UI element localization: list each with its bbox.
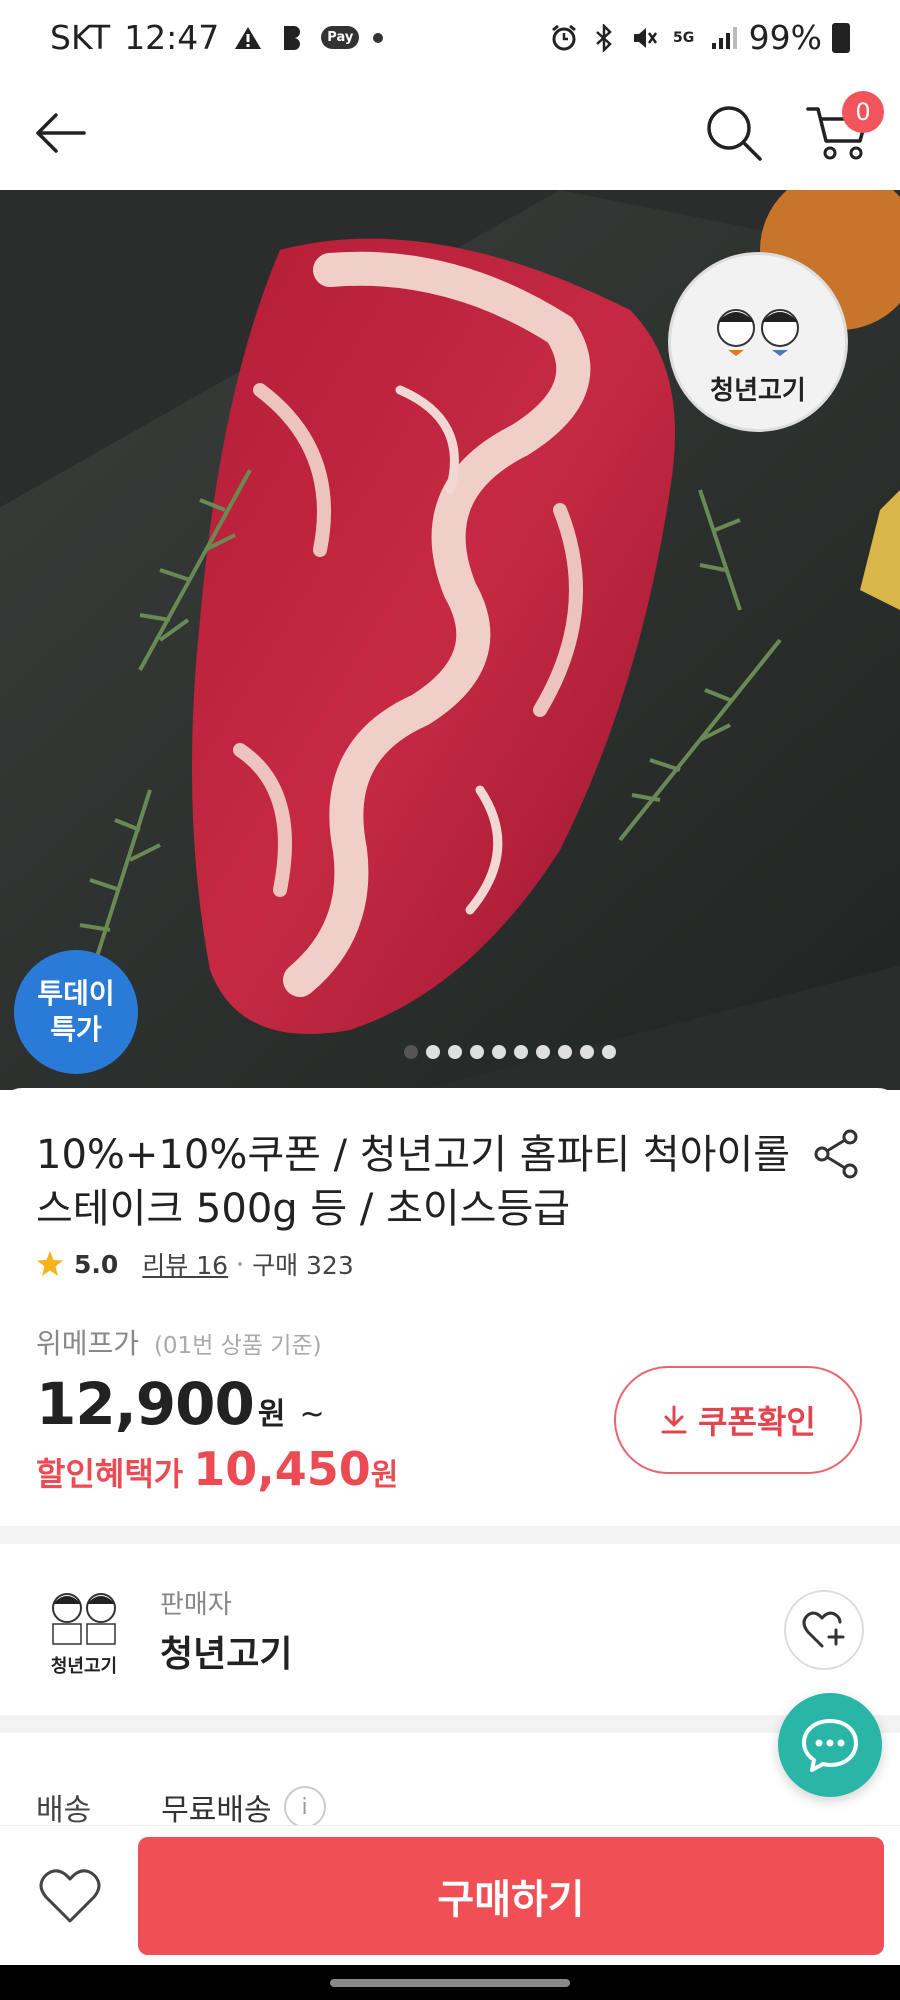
- star-icon: [37, 1251, 63, 1276]
- shipping-row: 배송 무료배송 i: [36, 1785, 326, 1829]
- status-bar: SKT 12:47 Pay 5G 99%: [0, 0, 900, 75]
- pager-dot: [580, 1045, 594, 1059]
- notification-dot-icon: [373, 32, 384, 43]
- chat-bubble-icon: [802, 1719, 858, 1772]
- network-5g-icon: 5G: [673, 29, 695, 46]
- section-divider: [0, 1715, 900, 1733]
- chef-mascots-icon: [52, 1593, 116, 1645]
- share-button[interactable]: [808, 1126, 864, 1182]
- product-title: 10%+10%쿠폰 / 청년고기 홈파티 척아이롤 스테이크 500g 등 / …: [36, 1132, 791, 1232]
- meta-separator: [238, 1262, 243, 1266]
- sale-label: 할인혜택가: [36, 1455, 184, 1493]
- buy-button[interactable]: 구매하기: [138, 1836, 884, 1955]
- mute-icon: [629, 23, 659, 53]
- stamp-text: 청년고기: [710, 376, 806, 406]
- seller-section[interactable]: 청년고기 판매자 청년고기: [0, 1545, 900, 1715]
- sale-price-unit: 원: [370, 1458, 399, 1493]
- purchase-count: 구매 323: [252, 1251, 354, 1280]
- seller-label: 판매자: [160, 1589, 232, 1620]
- back-button[interactable]: [30, 103, 90, 163]
- warning-icon: [233, 23, 263, 53]
- pager-dot: [492, 1045, 506, 1059]
- bottom-action-bar: 구매하기: [0, 1825, 900, 1965]
- badge-line-2: 특가: [50, 1013, 102, 1046]
- download-icon: [661, 1405, 687, 1434]
- chat-button[interactable]: [778, 1693, 882, 1797]
- price-sublabel: (01번 상품 기준): [153, 1333, 322, 1359]
- follow-seller-button[interactable]: [784, 1590, 864, 1670]
- pager-dot: [602, 1045, 616, 1059]
- sale-price-value: 10,450: [193, 1442, 371, 1496]
- system-nav-bar: [0, 1965, 900, 2000]
- price-label: 위메프가: [36, 1327, 140, 1360]
- coupon-button-label: 쿠폰확인: [698, 1403, 816, 1441]
- seller-logo-text: 청년고기: [50, 1656, 118, 1677]
- brand-stamp: 청년고기: [668, 252, 848, 432]
- product-meta: 5.0 리뷰 16 구매 323: [36, 1246, 864, 1282]
- battery-percent: 99%: [748, 18, 822, 57]
- pay-icon: Pay: [321, 26, 360, 49]
- pager-dot: [404, 1045, 418, 1059]
- rating-value: 5.0: [74, 1249, 119, 1279]
- pager-dot: [514, 1045, 528, 1059]
- clock: 12:47: [124, 18, 220, 57]
- pager-dot: [426, 1045, 440, 1059]
- pager-dot: [536, 1045, 550, 1059]
- heart-icon: [39, 1868, 101, 1922]
- chef-mascots-icon: [717, 309, 799, 356]
- signal-icon: [709, 23, 739, 53]
- badge-line-1: 투데이: [37, 977, 115, 1010]
- alarm-icon: [549, 23, 579, 53]
- seller-logo: 청년고기: [36, 1582, 132, 1678]
- seller-info: 판매자 청년고기: [160, 1584, 292, 1677]
- price-tilde: ~: [299, 1397, 325, 1432]
- seller-name: 청년고기: [160, 1633, 293, 1675]
- review-link[interactable]: 리뷰 16: [142, 1246, 228, 1282]
- price-label-row: 위메프가 (01번 상품 기준): [36, 1322, 864, 1362]
- battery-icon: [832, 22, 850, 53]
- share-icon: [814, 1129, 858, 1179]
- heart-plus-icon: [802, 1611, 845, 1648]
- coupon-check-button[interactable]: 쿠폰확인: [614, 1366, 862, 1474]
- pager-dot: [448, 1045, 462, 1059]
- bluetooth-icon: [589, 23, 619, 53]
- top-header: 0: [0, 75, 900, 190]
- carousel-pager: [0, 1045, 900, 1059]
- carrier-label: SKT: [50, 18, 111, 57]
- section-divider: [0, 1526, 900, 1544]
- shipping-label: 배송: [36, 1793, 92, 1828]
- pager-dot: [558, 1045, 572, 1059]
- b-icon: [277, 23, 307, 53]
- cart-button[interactable]: 0: [806, 90, 884, 165]
- search-icon: [707, 105, 762, 161]
- shipping-value: 무료배송: [161, 1793, 272, 1828]
- product-image-carousel[interactable]: 청년고기 투데이 특가: [0, 190, 900, 1090]
- shipping-info-button[interactable]: i: [283, 1786, 326, 1828]
- price-unit: 원: [257, 1397, 286, 1432]
- home-indicator[interactable]: [330, 1978, 570, 1987]
- product-info: 10%+10%쿠폰 / 청년고기 홈파티 척아이롤 스테이크 500g 등 / …: [0, 1088, 900, 1528]
- search-button[interactable]: [702, 101, 766, 165]
- pager-dot: [470, 1045, 484, 1059]
- wishlist-button[interactable]: [30, 1856, 110, 1936]
- price-value: 12,900: [36, 1370, 255, 1438]
- back-arrow-icon: [36, 112, 86, 153]
- cart-count-badge: 0: [842, 90, 884, 133]
